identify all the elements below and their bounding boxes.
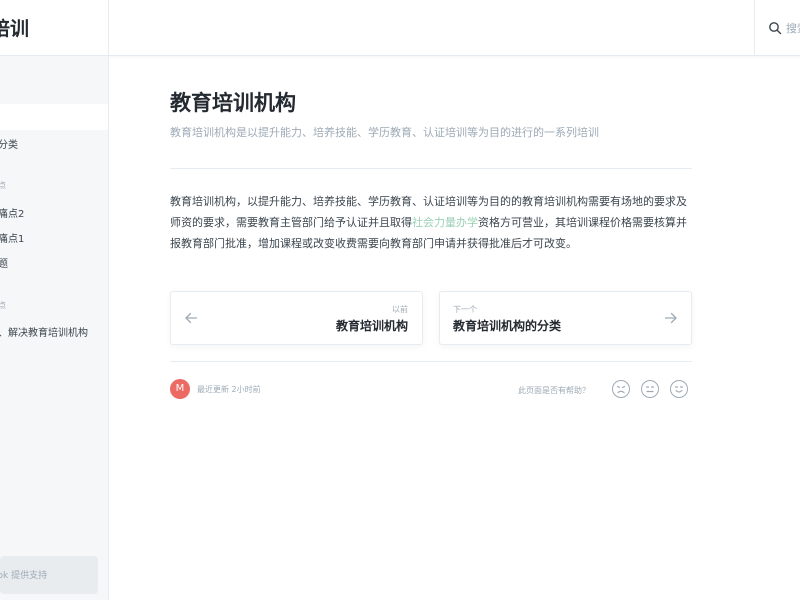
- previous-page-card[interactable]: 以前 教育培训机构: [170, 291, 423, 345]
- next-page-title[interactable]: 教育培训机构的分类: [453, 317, 561, 334]
- search-input[interactable]: 搜索: [786, 20, 800, 36]
- sidebar-group-label: 点: [0, 300, 6, 311]
- happy-face-icon[interactable]: [670, 380, 688, 398]
- previous-small-label: 以前: [392, 305, 408, 314]
- divider: [170, 361, 692, 362]
- sidebar-group-label: 点: [0, 180, 6, 191]
- page-subtitle: 教育培训机构是以提升能力、培养技能、学历教育、认证培训等为目的进行的一系列培训: [170, 126, 599, 139]
- page-title: 教育培训机构: [170, 91, 296, 115]
- sidebar-item-pain-point-2[interactable]: 痛点2: [0, 205, 24, 220]
- search-box[interactable]: 搜索: [754, 0, 800, 56]
- powered-by-text[interactable]: ook 提供支持: [0, 568, 47, 581]
- sidebar-item-topic[interactable]: 题: [0, 255, 8, 270]
- neutral-face-icon[interactable]: [641, 380, 659, 398]
- sidebar-item-solution[interactable]: 、解决教育培训机构: [0, 324, 88, 339]
- search-icon[interactable]: [768, 21, 782, 35]
- sad-face-icon[interactable]: [612, 380, 630, 398]
- sidebar-item-active[interactable]: [0, 104, 108, 130]
- divider: [170, 168, 692, 169]
- sidebar-item-categories[interactable]: 分类: [0, 136, 18, 151]
- next-page-card[interactable]: 下一个 教育培训机构的分类: [439, 291, 692, 345]
- next-small-label: 下一个: [453, 305, 477, 314]
- article-body: 教育培训机构，以提升能力、培养技能、学历教育、认证培训等为目的的教育培训机构需要…: [170, 191, 692, 254]
- powered-by-footer[interactable]: ook 提供支持: [0, 556, 98, 594]
- previous-page-title[interactable]: 教育培训机构: [336, 317, 408, 334]
- top-bar: 培训 搜索: [0, 0, 800, 56]
- main-content: 教育培训机构 教育培训机构是以提升能力、培养技能、学历教育、认证培训等为目的进行…: [110, 56, 800, 600]
- avatar: M: [170, 379, 190, 399]
- sidebar: 分类 点 痛点2 痛点1 题 点 、解决教育培训机构 ook 提供支持: [0, 56, 109, 600]
- helpful-question: 此页面是否有帮助？: [518, 386, 590, 395]
- arrow-right-icon: [664, 312, 677, 324]
- brand-title[interactable]: 培训: [0, 14, 29, 41]
- sidebar-item-pain-point-1[interactable]: 痛点1: [0, 230, 24, 245]
- brand[interactable]: 培训: [0, 0, 109, 56]
- last-updated-text: 最近更新 2小时前: [197, 385, 261, 394]
- body-link[interactable]: 社会力量办学: [412, 216, 478, 229]
- arrow-left-icon: [185, 312, 198, 324]
